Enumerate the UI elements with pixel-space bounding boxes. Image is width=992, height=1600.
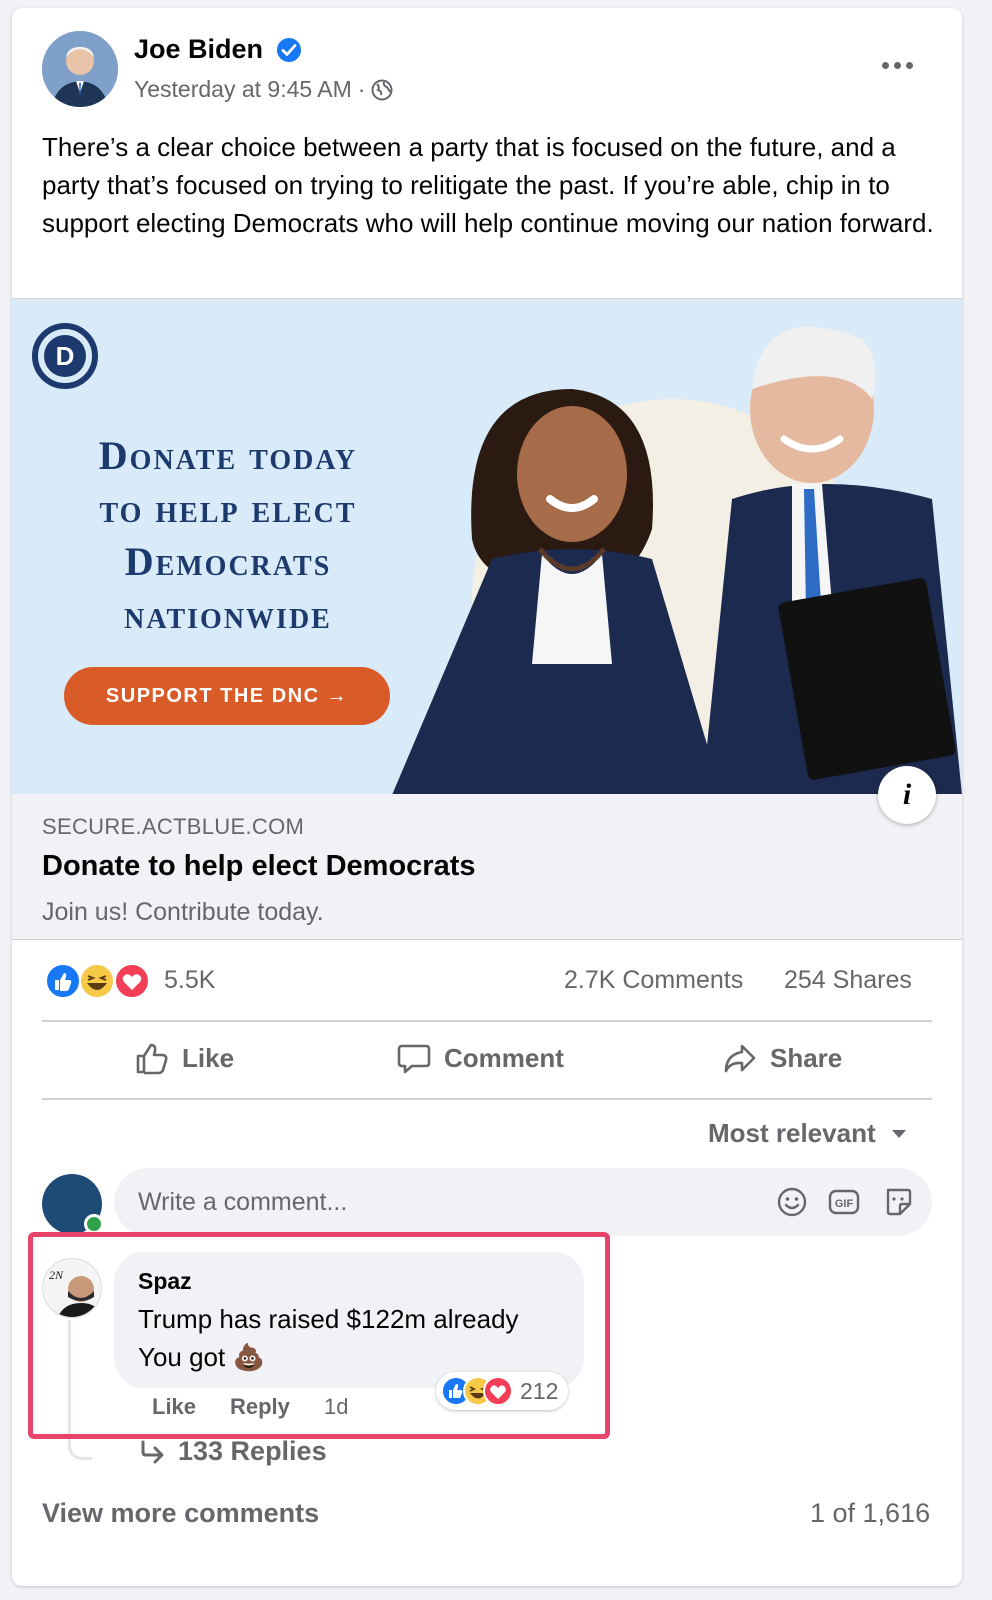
commenter-avatar[interactable]: 2N (42, 1258, 102, 1318)
ad-headline-line: nationwide (124, 592, 332, 637)
support-dnc-button[interactable]: SUPPORT THE DNC → (64, 667, 390, 725)
comment-input[interactable] (114, 1168, 932, 1236)
ad-headline: Donate today to help elect Democrats nat… (38, 429, 418, 641)
link-subtitle: Join us! Contribute today. (42, 898, 324, 926)
replies-label: 133 Replies (178, 1436, 327, 1466)
comments-count[interactable]: 2.7K Comments (564, 966, 743, 995)
dot-icon (881, 61, 889, 69)
comment-text-line: You got 💩 (138, 1342, 265, 1372)
comment-pager: 1 of 1,616 (810, 1498, 931, 1528)
ad-image[interactable]: D Donate today to help elect Democrats n… (12, 298, 962, 794)
more-options-button[interactable] (874, 48, 920, 82)
meta-separator: · (357, 76, 366, 102)
share-icon (724, 1044, 756, 1073)
comment-reply-button[interactable]: Reply (230, 1394, 290, 1420)
ad-headline-line: Democrats (124, 539, 332, 584)
link-domain: SECURE.ACTBLUE.COM (42, 814, 305, 839)
link-title[interactable]: Donate to help elect Democrats (42, 850, 476, 883)
comment-text: Trump has raised $122m already You got 💩 (138, 1300, 578, 1376)
comment-sort-dropdown[interactable]: Most relevant (708, 1118, 908, 1149)
like-reaction-icon (45, 963, 81, 999)
democrats-logo-icon: D (32, 323, 98, 389)
like-label: Like (182, 1042, 235, 1073)
comment-reactions[interactable]: 212 (436, 1372, 569, 1410)
comment-icon (397, 1044, 431, 1074)
share-button[interactable]: Share (722, 1030, 842, 1086)
comment-time[interactable]: 1d (324, 1394, 348, 1420)
comment-reaction-count: 212 (520, 1377, 559, 1404)
shares-count[interactable]: 254 Shares (784, 966, 912, 995)
view-more-comments-link[interactable]: View more comments (42, 1498, 319, 1529)
post-text: There’s a clear choice between a party t… (42, 132, 934, 238)
post-card: Joe Biden Yesterday at 9:45 AM · There’s… (12, 8, 962, 1586)
logo-letter: D (56, 341, 75, 371)
view-replies-button[interactable]: 133 Replies (140, 1436, 327, 1467)
author-avatar[interactable] (42, 31, 118, 107)
ad-photo (392, 326, 962, 794)
link-preview[interactable]: SECURE.ACTBLUE.COM Donate to help elect … (12, 794, 962, 940)
comment-text-line: Trump has raised $122m already (138, 1304, 519, 1334)
divider (42, 1098, 932, 1100)
reaction-count[interactable]: 5.5K (164, 966, 215, 995)
svg-text:GIF: GIF (835, 1198, 854, 1210)
gif-icon[interactable]: GIF (828, 1186, 860, 1218)
dot-icon (893, 61, 901, 69)
reaction-icons[interactable] (44, 962, 152, 1000)
emoji-icon[interactable] (776, 1186, 808, 1218)
comment-like-button[interactable]: Like (152, 1394, 196, 1420)
svg-text:2N: 2N (49, 1268, 64, 1282)
comment-label: Comment (444, 1042, 564, 1073)
dot-icon (905, 61, 913, 69)
comment-reaction-icons (441, 1376, 513, 1406)
author-name[interactable]: Joe Biden (134, 34, 263, 65)
share-label: Share (770, 1042, 843, 1073)
ad-headline-line: Donate today (98, 433, 358, 478)
comment-author[interactable]: Spaz (138, 1268, 192, 1295)
reply-thread-line (68, 1320, 92, 1460)
online-status-dot (84, 1214, 104, 1234)
love-reaction-icon (114, 963, 150, 999)
caret-down-icon (891, 1129, 906, 1138)
post-timestamp[interactable]: Yesterday at 9:45 AM (134, 76, 352, 103)
reply-arrow-icon (141, 1440, 164, 1463)
ad-headline-line: to help elect (99, 486, 357, 531)
globe-icon (371, 79, 393, 100)
comment-bubble: Spaz Trump has raised $122m already You … (114, 1252, 584, 1388)
thumbs-up-icon (136, 1043, 168, 1075)
divider (42, 1020, 932, 1022)
like-button[interactable]: Like (134, 1030, 234, 1086)
post-meta: Yesterday at 9:45 AM · (134, 76, 393, 103)
verified-badge-icon (277, 38, 301, 62)
haha-reaction-icon (79, 963, 115, 999)
sticker-icon[interactable] (882, 1186, 914, 1218)
sort-label: Most relevant (708, 1118, 876, 1148)
comment-button[interactable]: Comment (396, 1030, 564, 1086)
ad-info-button[interactable]: i (878, 766, 936, 824)
